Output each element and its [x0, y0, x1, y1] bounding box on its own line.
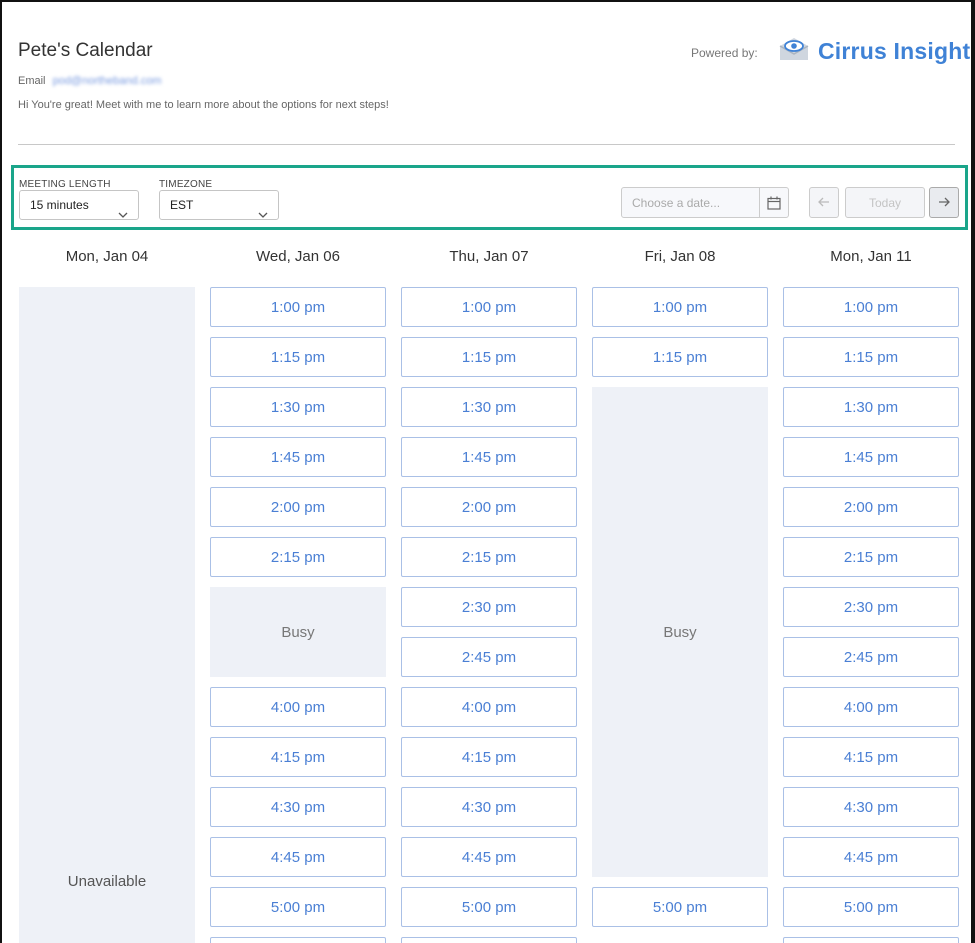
chevron-down-icon: [118, 201, 128, 229]
timezone-label: TIMEZONE: [159, 179, 213, 190]
brand-logo[interactable]: Cirrus Insight: [778, 36, 970, 67]
time-slot-button[interactable]: 5:00 pm: [592, 887, 768, 927]
day-header: Mon, Jan 04: [65, 248, 149, 265]
email-link[interactable]: pod@northeband.com: [53, 75, 162, 87]
timezone-select[interactable]: EST: [159, 190, 279, 220]
time-slot-button[interactable]: 4:45 pm: [401, 837, 577, 877]
arrow-left-icon: [818, 194, 830, 212]
previous-button[interactable]: [809, 187, 839, 218]
unavailable-block: Unavailable: [19, 287, 195, 943]
day-header: Thu, Jan 07: [449, 248, 529, 265]
day-header: Fri, Jan 08: [644, 248, 716, 265]
page-title: Pete's Calendar: [18, 40, 153, 61]
time-slot-button[interactable]: [401, 937, 577, 943]
calendar-page: Pete's Calendar Email pod@northeband.com…: [0, 0, 975, 943]
time-slot-button[interactable]: 1:15 pm: [401, 337, 577, 377]
time-slot-button[interactable]: 4:45 pm: [783, 837, 959, 877]
brand-name: Cirrus Insight: [818, 38, 971, 64]
header-divider: [18, 144, 955, 145]
meeting-length-label: MEETING LENGTH: [19, 179, 111, 190]
day-header: Mon, Jan 11: [830, 248, 912, 265]
email-row: Email pod@northeband.com: [18, 75, 162, 87]
busy-block: Busy: [592, 387, 768, 877]
today-label: Today: [868, 195, 902, 210]
time-slot-button[interactable]: 4:00 pm: [210, 687, 386, 727]
time-slot-button[interactable]: 2:00 pm: [401, 487, 577, 527]
time-slot-button[interactable]: 5:00 pm: [210, 887, 386, 927]
arrow-right-icon: [938, 194, 950, 212]
time-slot-button[interactable]: 1:15 pm: [592, 337, 768, 377]
next-button[interactable]: [929, 187, 959, 218]
intro-message: Hi You're great! Meet with me to learn m…: [18, 99, 389, 111]
time-slot-button[interactable]: 2:15 pm: [210, 537, 386, 577]
time-slot-button[interactable]: 4:00 pm: [401, 687, 577, 727]
time-slot-button[interactable]: 1:30 pm: [783, 387, 959, 427]
time-slot-button[interactable]: 2:15 pm: [783, 537, 959, 577]
today-button[interactable]: Today: [845, 187, 925, 218]
time-slot-button[interactable]: 1:45 pm: [783, 437, 959, 477]
time-slot-button[interactable]: 2:30 pm: [783, 587, 959, 627]
time-slot-button[interactable]: 4:30 pm: [783, 787, 959, 827]
time-slot-button[interactable]: 1:45 pm: [210, 437, 386, 477]
powered-by-label: Powered by:: [691, 46, 758, 60]
time-slot-button[interactable]: 1:00 pm: [210, 287, 386, 327]
time-slot-button[interactable]: 5:00 pm: [401, 887, 577, 927]
time-slot-button[interactable]: 4:15 pm: [401, 737, 577, 777]
time-slot-button[interactable]: 1:30 pm: [401, 387, 577, 427]
time-slot-button[interactable]: 2:00 pm: [783, 487, 959, 527]
time-slot-button[interactable]: 1:30 pm: [210, 387, 386, 427]
time-slot-button[interactable]: 1:45 pm: [401, 437, 577, 477]
meeting-length-select[interactable]: 15 minutes: [19, 190, 139, 220]
time-slot-button[interactable]: 2:45 pm: [783, 637, 959, 677]
time-slot-button[interactable]: 1:00 pm: [783, 287, 959, 327]
time-slot-button[interactable]: 4:00 pm: [783, 687, 959, 727]
date-picker-input[interactable]: Choose a date...: [621, 187, 789, 218]
time-slot-button[interactable]: 1:15 pm: [783, 337, 959, 377]
time-slot-button[interactable]: 4:30 pm: [210, 787, 386, 827]
day-header: Wed, Jan 06: [256, 248, 340, 265]
time-slot-button[interactable]: 4:30 pm: [401, 787, 577, 827]
time-slot-button[interactable]: 4:45 pm: [210, 837, 386, 877]
time-slot-button[interactable]: 1:00 pm: [592, 287, 768, 327]
busy-block: Busy: [210, 587, 386, 677]
time-slot-button[interactable]: 4:15 pm: [210, 737, 386, 777]
meeting-length-value: 15 minutes: [30, 198, 89, 212]
toolbar: MEETING LENGTH 15 minutes TIMEZONE EST C…: [11, 165, 968, 230]
time-slot-button[interactable]: 1:00 pm: [401, 287, 577, 327]
date-placeholder: Choose a date...: [632, 196, 721, 210]
time-slot-button[interactable]: 2:15 pm: [401, 537, 577, 577]
email-label: Email: [18, 75, 46, 87]
envelope-eye-icon: [778, 36, 810, 67]
time-slot-button[interactable]: 5:00 pm: [783, 887, 959, 927]
chevron-down-icon: [258, 201, 268, 229]
time-slot-button[interactable]: [783, 937, 959, 943]
timezone-value: EST: [170, 198, 194, 212]
time-slot-button[interactable]: 2:30 pm: [401, 587, 577, 627]
calendar-icon[interactable]: [759, 188, 788, 217]
time-slot-button[interactable]: 2:45 pm: [401, 637, 577, 677]
time-slot-button[interactable]: 1:15 pm: [210, 337, 386, 377]
time-slot-button[interactable]: 4:15 pm: [783, 737, 959, 777]
time-slot-button[interactable]: 2:00 pm: [210, 487, 386, 527]
unavailable-label: Unavailable: [67, 873, 147, 890]
time-slot-button[interactable]: [210, 937, 386, 943]
